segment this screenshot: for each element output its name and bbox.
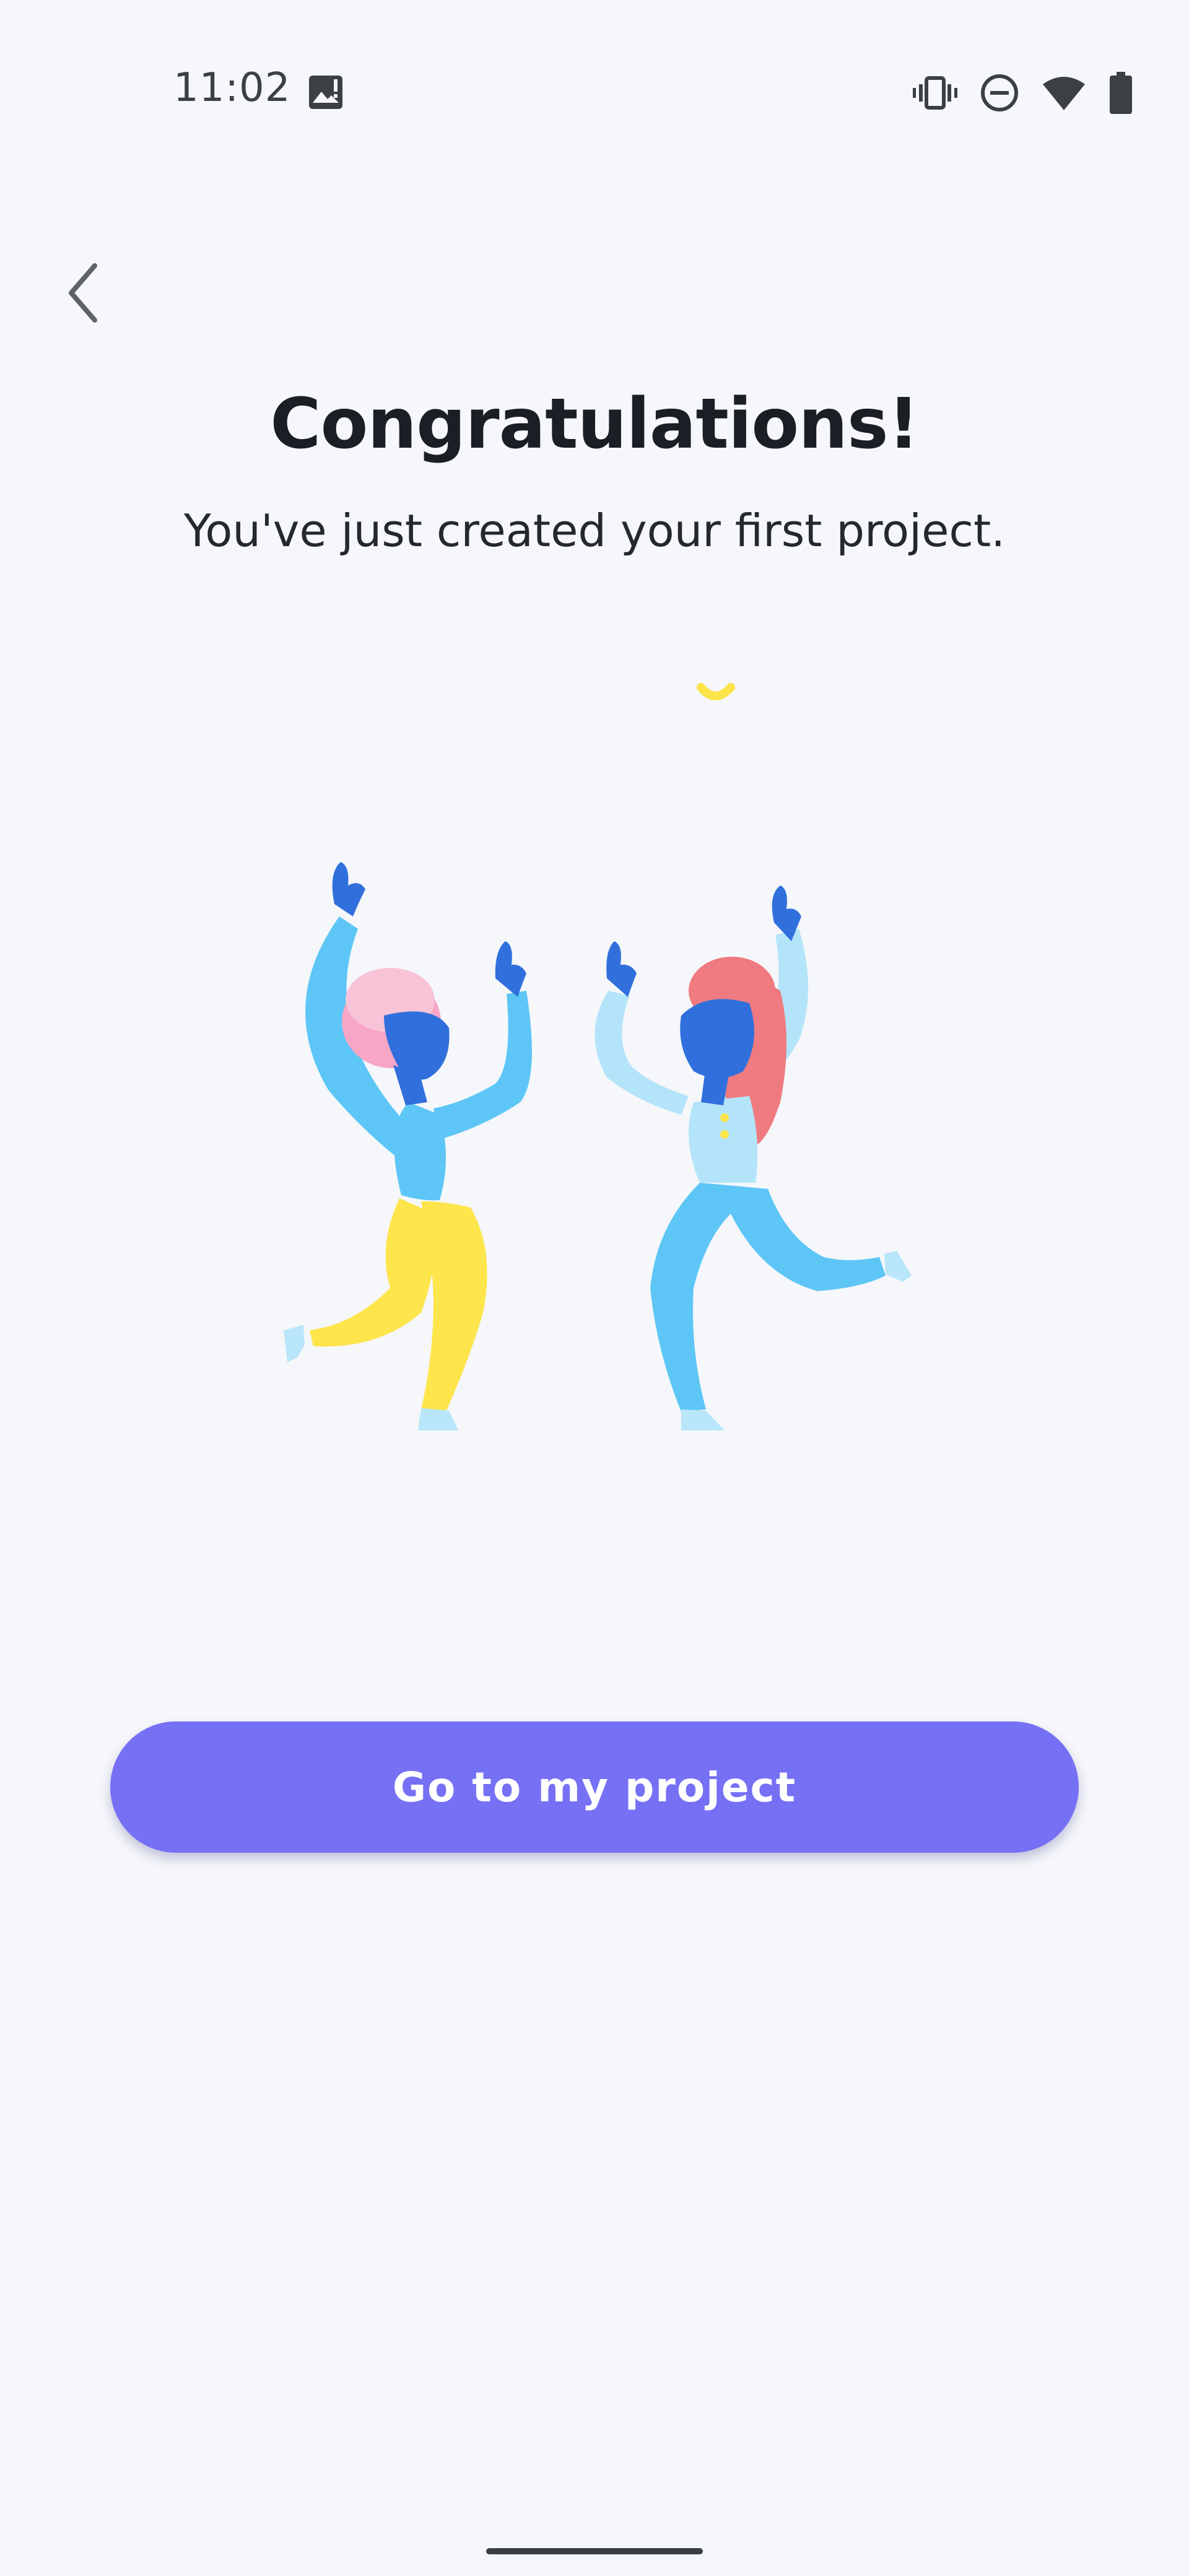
confetti-piece — [697, 683, 735, 700]
do-not-disturb-icon — [980, 73, 1019, 113]
chevron-left-icon — [65, 262, 102, 327]
status-icons — [913, 68, 1133, 118]
page-title: Congratulations! — [270, 384, 919, 464]
left-person — [284, 862, 532, 1430]
wifi-icon — [1042, 74, 1086, 111]
status-time: 11:02 — [173, 65, 291, 111]
vibrate-icon — [913, 74, 957, 111]
home-indicator[interactable] — [486, 2548, 703, 2554]
page-subtitle: You've just created your first project. — [183, 505, 1006, 557]
status-bar: 11:02 — [0, 0, 1189, 186]
celebrating-people-illustration — [235, 669, 954, 1499]
right-person — [594, 886, 912, 1430]
gallery-notification-icon — [307, 73, 345, 111]
go-to-project-button[interactable]: Go to my project — [110, 1721, 1079, 1853]
battery-icon — [1108, 72, 1133, 114]
back-button[interactable] — [56, 254, 111, 334]
